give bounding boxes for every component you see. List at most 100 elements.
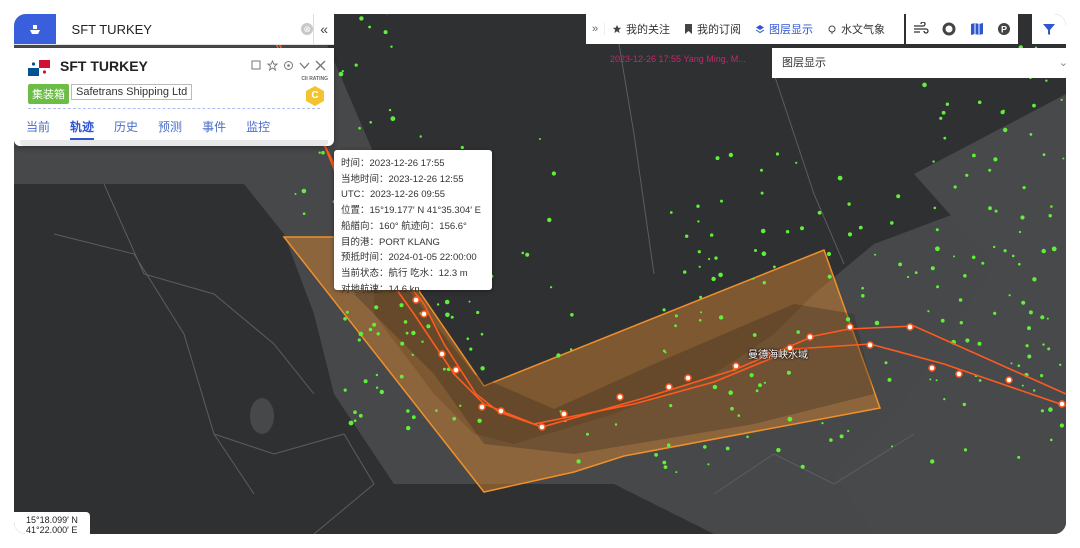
- vessel-dot[interactable]: [399, 303, 404, 308]
- vessel-dot[interactable]: [369, 121, 373, 124]
- vessel-dot[interactable]: [480, 366, 485, 371]
- vessel-dot[interactable]: [411, 353, 414, 357]
- vessel-dot[interactable]: [826, 251, 832, 257]
- vessel-dot[interactable]: [569, 348, 573, 351]
- vessel-dot[interactable]: [839, 434, 844, 439]
- vessel-dot[interactable]: [953, 255, 955, 258]
- vessel-dot[interactable]: [795, 161, 798, 164]
- vessel-dot[interactable]: [800, 226, 804, 231]
- ring-icon[interactable]: [942, 22, 956, 36]
- vessel-dot[interactable]: [760, 228, 766, 234]
- vessel-dot[interactable]: [586, 432, 589, 436]
- vessel-dot[interactable]: [445, 312, 450, 318]
- vessel-dot[interactable]: [662, 460, 667, 465]
- vessel-dot[interactable]: [480, 332, 484, 336]
- vessel-dot[interactable]: [1042, 153, 1046, 157]
- vessel-dot[interactable]: [988, 206, 992, 211]
- layer-panel[interactable]: 图层显示 ⌄: [772, 48, 1066, 78]
- track-point[interactable]: [806, 333, 814, 341]
- edit-icon[interactable]: [250, 58, 262, 72]
- vessel-dot[interactable]: [1021, 300, 1026, 305]
- vessel-dot[interactable]: [354, 63, 358, 67]
- vessel-dot[interactable]: [357, 338, 361, 342]
- vessel-dot[interactable]: [550, 286, 553, 289]
- vessel-dot[interactable]: [343, 388, 347, 392]
- vessel-dot[interactable]: [700, 311, 702, 314]
- vessel-dot[interactable]: [978, 379, 982, 382]
- vessel-dot[interactable]: [703, 445, 707, 449]
- tab-current[interactable]: 当前: [26, 118, 50, 140]
- vessel-dot[interactable]: [1025, 344, 1029, 348]
- track-point[interactable]: [438, 350, 446, 358]
- vessel-dot[interactable]: [994, 209, 998, 213]
- vessel-dot[interactable]: [411, 330, 416, 336]
- track-point[interactable]: [1005, 376, 1013, 384]
- ship-search-button[interactable]: [14, 14, 56, 44]
- vessel-dot[interactable]: [953, 185, 957, 189]
- vessel-dot[interactable]: [962, 402, 966, 407]
- vessel-dot[interactable]: [754, 249, 757, 252]
- vessel-dot[interactable]: [933, 206, 937, 210]
- track-point[interactable]: [560, 410, 568, 418]
- vessel-dot[interactable]: [444, 299, 450, 305]
- vessel-dot[interactable]: [348, 420, 354, 426]
- vessel-dot[interactable]: [406, 409, 410, 413]
- track-point[interactable]: [420, 310, 428, 318]
- track-point[interactable]: [412, 296, 420, 304]
- vessel-dot[interactable]: [1045, 79, 1048, 82]
- locate-icon[interactable]: [282, 58, 294, 72]
- vessel-dot[interactable]: [761, 251, 767, 256]
- vessel-dot[interactable]: [359, 16, 364, 21]
- vessel-dot[interactable]: [829, 438, 833, 442]
- vessel-dot[interactable]: [450, 315, 454, 319]
- vessel-dot[interactable]: [406, 425, 411, 431]
- vessel-dot[interactable]: [674, 324, 677, 328]
- vessel-dot[interactable]: [988, 168, 992, 172]
- vessel-dot[interactable]: [712, 384, 718, 390]
- track-point[interactable]: [732, 362, 740, 370]
- vessel-dot[interactable]: [935, 246, 940, 252]
- vessel-dot[interactable]: [390, 45, 393, 48]
- vessel-dot[interactable]: [965, 173, 969, 177]
- vessel-dot[interactable]: [343, 317, 347, 321]
- vessel-dot[interactable]: [977, 100, 982, 105]
- vessel-dot[interactable]: [338, 71, 344, 77]
- vessel-dot[interactable]: [936, 285, 940, 289]
- vessel-dot[interactable]: [696, 204, 700, 208]
- vessel-dot[interactable]: [368, 25, 371, 29]
- toolbar-my-subscription[interactable]: 我的订阅: [677, 21, 748, 37]
- vessel-dot[interactable]: [887, 377, 892, 382]
- vessel-dot[interactable]: [1002, 109, 1005, 113]
- vessel-dot[interactable]: [697, 250, 701, 254]
- vessel-dot[interactable]: [861, 286, 864, 290]
- tab-forecast[interactable]: 预测: [158, 118, 182, 140]
- vessel-dot[interactable]: [796, 330, 800, 334]
- vessel-dot[interactable]: [874, 320, 880, 326]
- vessel-dot[interactable]: [707, 463, 710, 466]
- vessel-dot[interactable]: [1020, 215, 1025, 220]
- vessel-dot[interactable]: [1059, 423, 1064, 428]
- vessel-dot[interactable]: [358, 331, 364, 337]
- track-point[interactable]: [478, 403, 486, 411]
- vessel-dot[interactable]: [469, 347, 473, 351]
- toolbar-layer-display[interactable]: 图层显示: [748, 21, 820, 37]
- vessel-dot[interactable]: [922, 82, 927, 88]
- vessel-dot[interactable]: [538, 138, 541, 140]
- track-point[interactable]: [928, 364, 936, 372]
- vessel-dot[interactable]: [368, 327, 373, 332]
- vessel-dot[interactable]: [907, 275, 910, 279]
- vessel-dot[interactable]: [708, 257, 711, 261]
- vessel-dot[interactable]: [1027, 354, 1032, 359]
- vessel-dot[interactable]: [1022, 186, 1026, 190]
- vessel-dot[interactable]: [669, 211, 673, 214]
- vessel-dot[interactable]: [827, 274, 832, 279]
- vessel-dot[interactable]: [405, 331, 409, 335]
- vessel-dot[interactable]: [847, 232, 853, 237]
- filter-button[interactable]: [1032, 14, 1066, 44]
- vessel-dot[interactable]: [940, 318, 945, 323]
- vessel-dot[interactable]: [435, 409, 438, 412]
- track-point[interactable]: [955, 370, 963, 378]
- vessel-dot[interactable]: [874, 253, 877, 256]
- vessel-dot[interactable]: [959, 321, 963, 325]
- vessel-dot[interactable]: [321, 150, 325, 155]
